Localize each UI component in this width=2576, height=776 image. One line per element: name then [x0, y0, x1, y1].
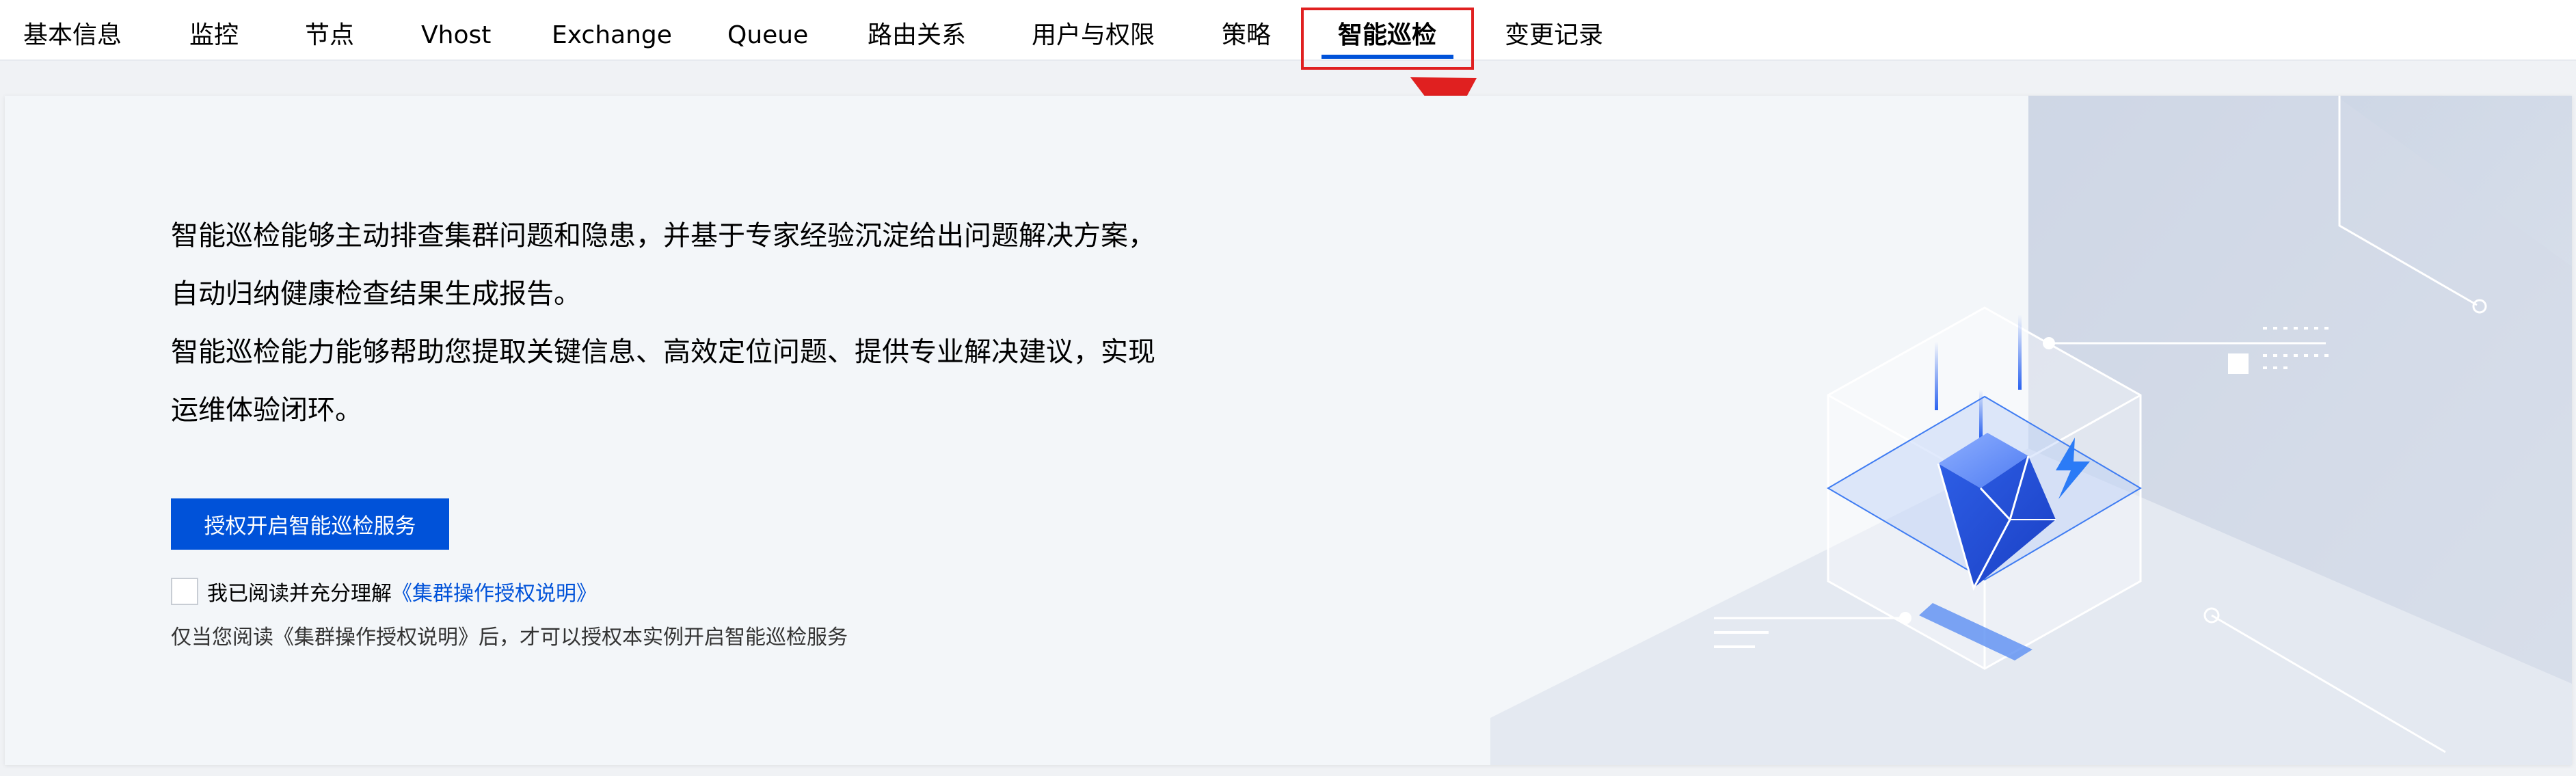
- authorization-doc-link[interactable]: 《集群操作授权说明》: [392, 576, 597, 606]
- intro-description: 智能巡检能够主动排查集群问题和隐患，并基于专家经验沉淀给出问题解决方案， 自动归…: [171, 207, 1224, 440]
- agreement-row: 我已阅读并充分理解 《集群操作授权说明》: [171, 576, 597, 606]
- tab-routing[interactable]: 路由关系: [868, 0, 966, 61]
- enable-inspection-button[interactable]: 授权开启智能巡检服务: [171, 498, 449, 550]
- intro-line: 智能巡检能够主动排查集群问题和隐患，并基于专家经验沉淀给出问题解决方案，: [171, 220, 1155, 252]
- tab-change-log[interactable]: 变更记录: [1505, 0, 1603, 61]
- tab-monitor[interactable]: 监控: [189, 0, 239, 61]
- intro-line: 运维体验闭环。: [171, 394, 362, 426]
- tab-node[interactable]: 节点: [305, 0, 354, 61]
- annotation-highlight-box: [1301, 8, 1474, 70]
- tab-basic-info[interactable]: 基本信息: [23, 0, 122, 61]
- intro-line: 自动归纳健康检查结果生成报告。: [171, 278, 581, 310]
- tab-users-permissions[interactable]: 用户与权限: [1032, 0, 1155, 61]
- inspection-intro-card: 智能巡检能够主动排查集群问题和隐患，并基于专家经验沉淀给出问题解决方案， 自动归…: [5, 96, 2572, 765]
- authorization-hint: 仅当您阅读《集群操作授权说明》后，才可以授权本实例开启智能巡检服务: [171, 626, 848, 650]
- tab-vhost[interactable]: Vhost: [421, 0, 491, 61]
- intro-line: 智能巡检能力能够帮助您提取关键信息、高效定位问题、提供专业解决建议，实现: [171, 336, 1155, 368]
- tab-exchange[interactable]: Exchange: [552, 0, 672, 61]
- agreement-checkbox[interactable]: [171, 577, 198, 605]
- tab-queue[interactable]: Queue: [727, 0, 808, 61]
- tab-bar: 基本信息 监控 节点 Vhost Exchange Queue 路由关系 用户与…: [0, 0, 2576, 61]
- agreement-label: 我已阅读并充分理解: [207, 581, 392, 606]
- tab-policy[interactable]: 策略: [1222, 0, 1271, 61]
